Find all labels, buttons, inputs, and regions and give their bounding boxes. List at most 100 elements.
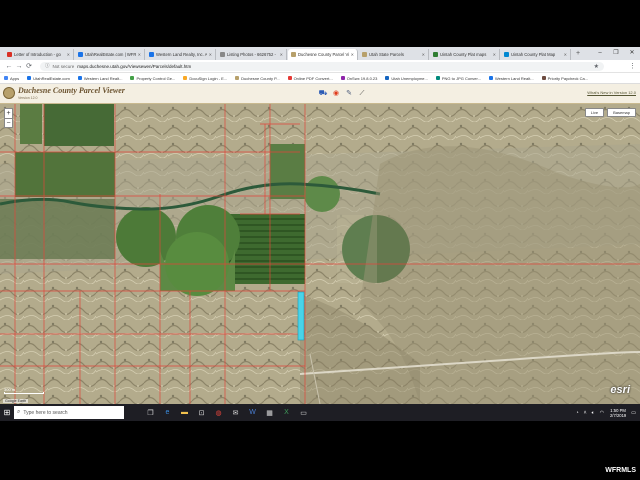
bookmark-item[interactable]: Property Control Ge... — [130, 76, 175, 81]
tab-close-icon[interactable]: ✕ — [280, 52, 283, 57]
windows-start-icon[interactable]: ⊞ — [0, 404, 14, 421]
store-icon[interactable]: ⊡ — [193, 409, 210, 417]
excel-icon[interactable]: X — [278, 409, 295, 417]
whats-new-link[interactable]: What's New in Version 12.0 — [587, 90, 636, 95]
bookmark-item[interactable]: UtahRealEstate.com — [27, 76, 70, 81]
basemap-button[interactable]: Basemap — [607, 108, 636, 117]
app-title: Duchesne County Parcel Viewer — [18, 86, 125, 95]
tab-favicon-icon — [149, 52, 154, 57]
bookmarks-bar: Apps UtahRealEstate.com Western Land Realt… — [0, 73, 640, 84]
bookmark-item[interactable]: PNG to JPG Conver... — [435, 76, 481, 81]
close-window-button[interactable]: ✕ — [624, 47, 640, 60]
letterbox-top — [0, 0, 640, 47]
clock[interactable]: 1:50 PM 2/7/2019 — [610, 408, 626, 418]
calculator-icon[interactable]: ▦ — [261, 409, 278, 417]
volume-icon[interactable]: 🔈︎ — [592, 410, 595, 416]
browser-menu-icon[interactable]: ⋮ — [629, 62, 636, 70]
browser-tab[interactable]: Listing Photos - 6626752 - ✕ — [217, 49, 287, 60]
bookmark-item[interactable]: OnSwx 19.8.0.23 — [340, 75, 378, 81]
tab-label: Utah State Parcels — [369, 52, 404, 57]
word-icon[interactable]: W — [244, 409, 261, 417]
navigation-bar: ← → ⟳ ⓘ Not secure maps.duchesne.utah.go… — [0, 60, 640, 73]
draw-icon[interactable]: ⟋ — [357, 89, 367, 99]
bookmark-item[interactable]: Apps — [4, 76, 19, 81]
url-text[interactable]: maps.duchesne.utah.gov/Viewsewen/Parcels… — [77, 64, 593, 69]
bookmark-item[interactable]: Western Land Realt... — [77, 75, 123, 81]
new-tab-button[interactable]: + — [572, 50, 584, 57]
forward-icon[interactable]: → — [14, 63, 24, 70]
live-button[interactable]: Live — [584, 108, 605, 117]
tab-label: UtahRealEstate.com | WFR — [85, 52, 136, 57]
back-icon[interactable]: ← — [4, 63, 14, 70]
tab-favicon-icon — [433, 52, 438, 57]
bookmark-favicon-icon — [77, 76, 82, 80]
address-bar[interactable]: ⓘ Not secure maps.duchesne.utah.gov/View… — [40, 61, 604, 71]
bookmark-favicon-icon — [435, 76, 440, 80]
browser-tab[interactable]: Duchesne County Parcel Vi ✕ — [288, 49, 358, 60]
measure-icon[interactable]: ✎ — [344, 89, 354, 99]
clock-time: 1:50 PM — [610, 407, 626, 413]
browser-tab[interactable]: UtahRealEstate.com | WFR ✕ — [75, 49, 145, 60]
aerial-imagery — [0, 104, 640, 404]
toolbar: ⛟ ◉ ✎ ⟋ — [318, 89, 370, 99]
record-icon[interactable]: ◉ — [331, 89, 341, 99]
bookmark-label: UtahRealEstate.com — [33, 75, 70, 81]
tab-close-icon[interactable]: ✕ — [67, 52, 70, 57]
tab-favicon-icon — [78, 52, 83, 57]
map-attribution: Google Earth — [3, 399, 29, 403]
bookmark-star-icon[interactable]: ★ — [594, 63, 599, 70]
chevron-up-icon[interactable]: ˄ — [584, 410, 587, 416]
watermark: WFRMLS — [605, 467, 636, 474]
task-view-icon[interactable]: ❐ — [142, 409, 159, 417]
reload-icon[interactable]: ⟳ — [24, 62, 34, 70]
bookmark-item[interactable]: Priority Paycheck Ca... — [541, 76, 588, 81]
browser-tab[interactable]: Uintah County Plat Map ✕ — [501, 49, 571, 60]
zoom-in-button[interactable]: + — [5, 109, 12, 118]
minimize-button[interactable]: – — [592, 47, 608, 60]
tab-close-icon[interactable]: ✕ — [493, 52, 496, 57]
wifi-icon[interactable]: ◠ — [600, 410, 604, 416]
bookmark-item[interactable]: Online PDF Convert... — [287, 76, 333, 81]
bookmark-label: Western Land Realt... — [83, 75, 123, 81]
zoom-control: + − — [4, 108, 13, 128]
taskbar-search[interactable]: ⌕ Type here to search — [14, 406, 124, 419]
bookmark-label: OnSwx 19.8.0.23 — [346, 75, 378, 81]
bookmark-favicon-icon — [183, 76, 188, 80]
bookmark-item[interactable]: Duchesne County P... — [235, 76, 280, 81]
map-view[interactable]: + − Live Basemap 300 m Google Earth esri — [0, 104, 640, 404]
maximize-button[interactable]: ❐ — [608, 47, 624, 60]
network-icon[interactable]: ◔ — [576, 410, 579, 416]
file-explorer-icon[interactable]: ▬ — [176, 409, 193, 417]
chrome-icon[interactable]: ◍ — [210, 409, 227, 417]
bookmark-item[interactable]: Utah Unemployme... — [385, 76, 428, 81]
search-placeholder: Type here to search — [23, 409, 68, 416]
tab-label: Western Land Realty, Inc. A — [156, 52, 207, 57]
info-icon[interactable]: ⓘ — [45, 63, 50, 69]
tab-favicon-icon — [362, 52, 367, 57]
bookmark-label: Western Land Realt... — [494, 75, 534, 81]
tab-close-icon[interactable]: ✕ — [138, 52, 141, 57]
bookmark-favicon-icon — [27, 76, 32, 80]
zoom-out-button[interactable]: − — [5, 118, 12, 127]
tab-close-icon[interactable]: ✕ — [564, 52, 567, 57]
tab-close-icon[interactable]: ✕ — [351, 52, 354, 57]
edge-icon[interactable]: e — [159, 409, 176, 417]
app-version: Version 12.0 — [18, 96, 38, 100]
bookmark-favicon-icon — [287, 76, 292, 80]
notification-icon[interactable]: ▭ — [631, 410, 636, 416]
mail-icon[interactable]: ✉ — [227, 409, 244, 417]
terminal-icon[interactable]: ▭ — [295, 409, 312, 417]
layers-icon[interactable]: ⛟ — [318, 89, 328, 99]
windows-taskbar: ⊞ ⌕ Type here to search ❐ e ▬ ⊡ ◍ ✉ W ▦ … — [0, 404, 640, 421]
browser-tab[interactable]: Letter of Introduction - go ✕ — [4, 49, 74, 60]
browser-tab[interactable]: Utah State Parcels ✕ — [359, 49, 429, 60]
tab-close-icon[interactable]: ✕ — [209, 52, 212, 57]
tab-close-icon[interactable]: ✕ — [422, 52, 425, 57]
map-buttons: Live Basemap — [582, 108, 636, 117]
county-seal-icon — [3, 87, 15, 99]
browser-tab[interactable]: Uintah County Plat maps ✕ — [430, 49, 500, 60]
bookmark-item[interactable]: Western Land Realt... — [488, 75, 534, 81]
bookmark-item[interactable]: DocuSign Login - E... — [183, 76, 227, 81]
browser-tab[interactable]: Western Land Realty, Inc. A ✕ — [146, 49, 216, 60]
tab-label: Uintah County Plat Map — [511, 52, 556, 57]
